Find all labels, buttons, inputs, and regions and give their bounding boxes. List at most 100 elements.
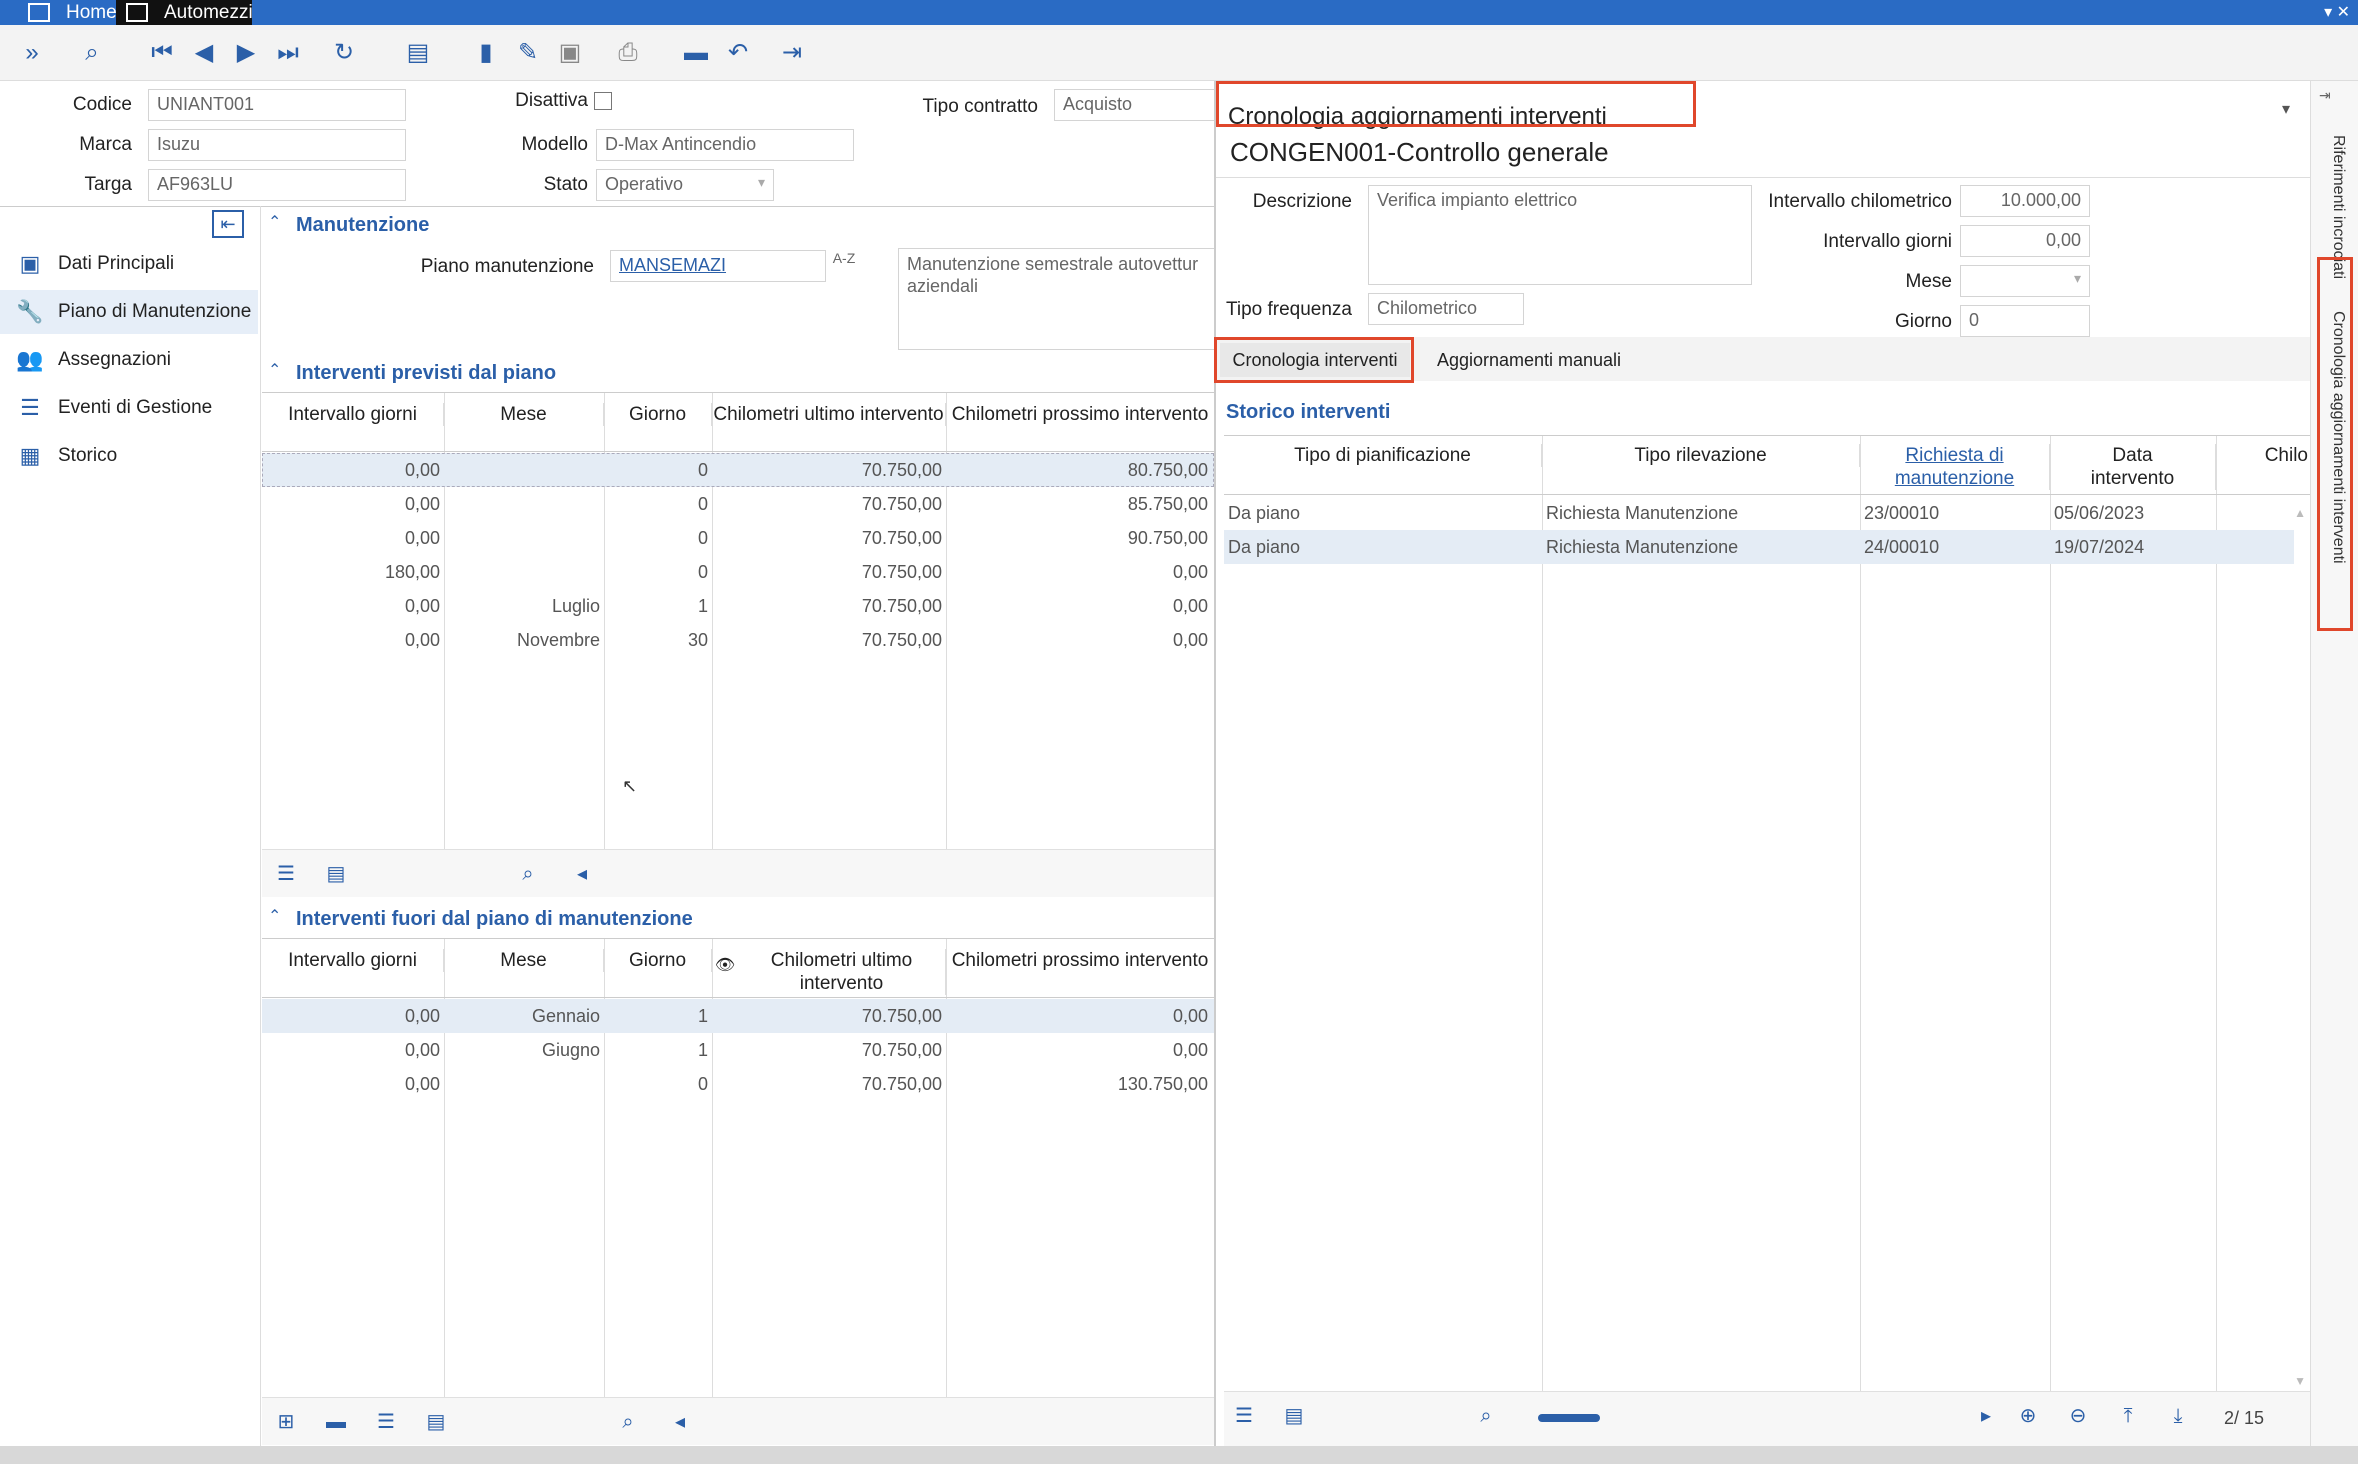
table-cell[interactable]: 70.750,00: [712, 589, 942, 623]
stato-select[interactable]: Operativo ▾: [596, 169, 774, 201]
window-controls[interactable]: ▾ ✕: [2324, 2, 2350, 22]
table-cell[interactable]: 0: [604, 487, 708, 521]
disattiva-checkbox[interactable]: [594, 92, 612, 110]
search-icon[interactable]: ⌕: [1472, 1402, 1500, 1430]
col-tipo-rilevazione[interactable]: Tipo rilevazione: [1542, 444, 1860, 467]
tab-automezzi[interactable]: Automezzi: [116, 0, 253, 25]
col-tipo-pianificazione[interactable]: Tipo di pianificazione: [1224, 444, 1542, 467]
delete-icon[interactable]: ▬: [678, 35, 714, 71]
list-view-icon[interactable]: ☰: [1230, 1402, 1258, 1430]
giorno-field[interactable]: 0: [1960, 305, 2090, 337]
bottom-icon[interactable]: ⤓: [2164, 1402, 2192, 1430]
table-cell[interactable]: 23/00010: [1864, 496, 2044, 530]
col-km-ultimo[interactable]: Chilometri ultimo intervento: [712, 403, 946, 426]
col-intervallo-giorni[interactable]: Intervallo giorni: [262, 403, 444, 426]
scroll-down-icon[interactable]: ▼: [2294, 1374, 2306, 1388]
table-cell[interactable]: 05/06/2023: [2054, 496, 2214, 530]
table-cell[interactable]: [444, 555, 600, 589]
table-cell[interactable]: [444, 1067, 600, 1101]
table-cell[interactable]: 0: [604, 1067, 708, 1101]
new-icon[interactable]: ▮: [468, 35, 504, 71]
eye-icon[interactable]: 👁: [712, 955, 738, 975]
zoom-in-icon[interactable]: ⊕: [2014, 1402, 2042, 1430]
table-cell[interactable]: 0,00: [946, 999, 1208, 1033]
collapse-previsti-icon[interactable]: ⌃: [268, 360, 281, 380]
table-cell[interactable]: 0,00: [262, 589, 440, 623]
sidebar-item-piano-manutenzione[interactable]: 🔧 Piano di Manutenzione: [0, 290, 258, 334]
col-mese[interactable]: Mese: [444, 403, 604, 426]
col-giorno[interactable]: Giorno: [604, 949, 712, 972]
refresh-icon[interactable]: ↻: [326, 35, 362, 71]
table-cell[interactable]: [444, 487, 600, 521]
table-cell[interactable]: 0,00: [262, 487, 440, 521]
table-cell[interactable]: 24/00010: [1864, 530, 2044, 564]
col-intervallo-giorni[interactable]: Intervallo giorni: [262, 949, 444, 972]
table-cell[interactable]: 70.750,00: [712, 555, 942, 589]
modello-field[interactable]: D-Max Antincendio: [596, 129, 854, 161]
table-cell[interactable]: 70.750,00: [712, 623, 942, 657]
collapse-fuori-icon[interactable]: ⌃: [268, 906, 281, 926]
table-cell[interactable]: 0,00: [946, 555, 1208, 589]
print-icon[interactable]: ⎙: [610, 35, 646, 71]
scroll-left-icon[interactable]: ◂: [666, 1408, 694, 1436]
add-row-icon[interactable]: ⊞: [272, 1408, 300, 1436]
table-cell[interactable]: [444, 521, 600, 555]
col-km-prossimo[interactable]: Chilometri prossimo intervento: [946, 949, 1214, 972]
prev-record-icon[interactable]: ◀: [186, 35, 222, 71]
table-cell[interactable]: 0,00: [262, 999, 440, 1033]
search-icon[interactable]: ⌕: [74, 35, 110, 71]
col-data-intervento[interactable]: Data intervento: [2050, 444, 2216, 490]
table-cell[interactable]: 70.750,00: [712, 999, 942, 1033]
list-view-icon[interactable]: ☰: [372, 1408, 400, 1436]
table-cell[interactable]: 30: [604, 623, 708, 657]
collapse-manutenzione-icon[interactable]: ⌃: [268, 212, 281, 232]
table-cell[interactable]: Da piano: [1228, 496, 1528, 530]
table-cell[interactable]: 0,00: [262, 453, 440, 487]
table-cell[interactable]: 0,00: [262, 1067, 440, 1101]
table-cell[interactable]: 70.750,00: [712, 1033, 942, 1067]
scroll-up-icon[interactable]: ▲: [2294, 506, 2306, 520]
table-cell[interactable]: Novembre: [444, 623, 600, 657]
form-view-icon[interactable]: ▤: [1280, 1402, 1308, 1430]
first-record-icon[interactable]: ⏮: [144, 35, 180, 71]
table-cell[interactable]: Da piano: [1228, 530, 1528, 564]
table-cell[interactable]: Giugno: [444, 1033, 600, 1067]
table-cell[interactable]: 70.750,00: [712, 453, 942, 487]
sidebar-item-storico[interactable]: ▦ Storico: [0, 434, 258, 478]
table-cell[interactable]: 1: [604, 1033, 708, 1067]
table-cell[interactable]: 0,00: [946, 623, 1208, 657]
sort-az-icon[interactable]: A-Z: [830, 250, 858, 278]
table-cell[interactable]: 0: [604, 555, 708, 589]
last-record-icon[interactable]: ⏭: [270, 35, 306, 71]
table-cell[interactable]: 0,00: [946, 589, 1208, 623]
panel-menu-icon[interactable]: ▾: [2282, 99, 2290, 119]
delete-row-icon[interactable]: ▬: [322, 1408, 350, 1436]
horizontal-scrollbar[interactable]: [1538, 1414, 1600, 1422]
sidebar-item-eventi[interactable]: ☰ Eventi di Gestione: [0, 386, 258, 430]
table-cell[interactable]: 90.750,00: [946, 521, 1208, 555]
col-richiesta-manutenzione[interactable]: Richiesta di manutenzione: [1860, 444, 2050, 490]
tab-aggiornamenti[interactable]: Aggiornamenti manuali: [1424, 343, 1634, 377]
tipo-frequenza-field[interactable]: Chilometrico: [1368, 293, 1524, 325]
zoom-out-icon[interactable]: ⊖: [2064, 1402, 2092, 1430]
tipo-contratto-field[interactable]: Acquisto: [1054, 89, 1214, 121]
form-view-icon[interactable]: ▤: [422, 1408, 450, 1436]
targa-field[interactable]: AF963LU: [148, 169, 406, 201]
save-icon[interactable]: ▣: [552, 35, 588, 71]
table-cell[interactable]: 70.750,00: [712, 521, 942, 555]
mese-select[interactable]: ▾: [1960, 265, 2090, 297]
next-record-icon[interactable]: ▶: [228, 35, 264, 71]
sidebar-item-assegnazioni[interactable]: 👥 Assegnazioni: [0, 338, 258, 382]
intervallo-km-field[interactable]: 10.000,00: [1960, 185, 2090, 217]
table-cell[interactable]: Luglio: [444, 589, 600, 623]
table-cell[interactable]: 70.750,00: [712, 487, 942, 521]
table-cell[interactable]: 0,00: [262, 623, 440, 657]
export-icon[interactable]: ▤: [400, 35, 436, 71]
table-cell[interactable]: 1: [604, 999, 708, 1033]
marca-field[interactable]: Isuzu: [148, 129, 406, 161]
table-cell[interactable]: 130.750,00: [946, 1067, 1208, 1101]
scroll-right-icon[interactable]: ▸: [1972, 1402, 2000, 1430]
sidebar-item-dati-principali[interactable]: ▣ Dati Principali: [0, 242, 258, 286]
table-cell[interactable]: [444, 453, 600, 487]
table-cell[interactable]: 0,00: [262, 521, 440, 555]
